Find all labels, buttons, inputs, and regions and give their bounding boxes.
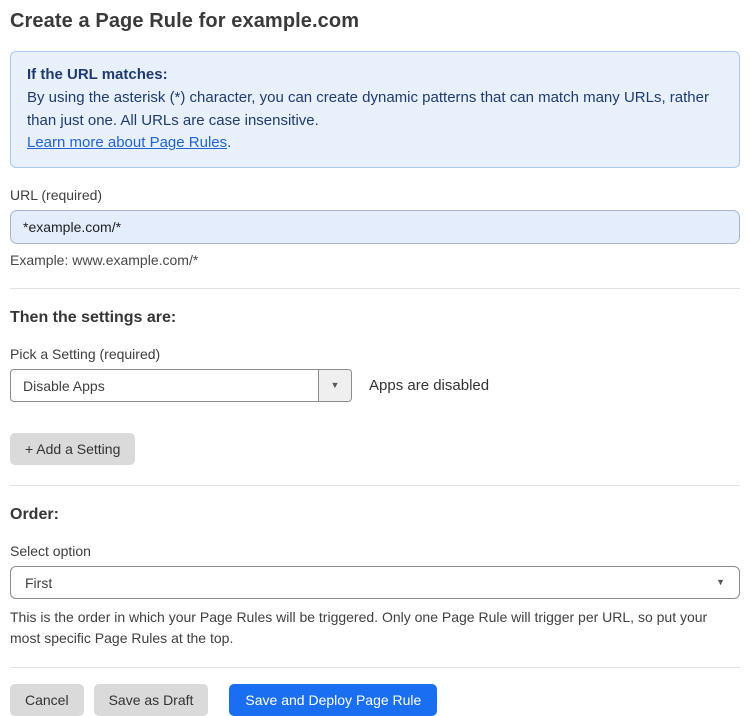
url-field-label: URL (required) [10, 187, 103, 204]
add-setting-button[interactable]: + Add a Setting [10, 433, 136, 466]
info-box-link-line: Learn more about Page Rules. [27, 132, 723, 155]
order-select-label: Select option [10, 543, 91, 560]
page-title: Create a Page Rule for example.com [10, 10, 360, 32]
order-select[interactable]: First ▼ [10, 566, 740, 600]
pick-setting-selected-value: Disable Apps [23, 377, 105, 394]
info-box-heading: If the URL matches: [27, 66, 168, 83]
setting-status-text: Apps are disabled [369, 377, 490, 395]
url-match-info-box: If the URL matches: By using the asteris… [10, 51, 740, 169]
divider [10, 667, 740, 669]
chevron-down-icon: ▼ [330, 380, 340, 391]
pick-setting-label: Pick a Setting (required) [10, 346, 161, 363]
link-period: . [227, 134, 232, 152]
url-example-helper: Example: www.example.com/* [10, 252, 199, 269]
pick-setting-arrow-button[interactable]: ▼ [318, 370, 351, 402]
learn-more-link[interactable]: Learn more about Page Rules [27, 134, 227, 151]
pick-setting-select[interactable]: Disable Apps ▼ [10, 369, 352, 403]
divider [10, 288, 740, 290]
settings-section-heading: Then the settings are: [10, 309, 177, 327]
order-section-heading: Order: [10, 506, 59, 524]
divider [10, 485, 740, 487]
order-selected-value: First [25, 574, 53, 591]
chevron-down-icon: ▼ [716, 577, 725, 588]
url-input[interactable] [10, 210, 740, 245]
setting-row: Disable Apps ▼ Apps are disabled [10, 369, 740, 403]
order-helper-text: This is the order in which your Page Rul… [10, 609, 708, 647]
info-box-body: By using the asterisk (*) character, you… [27, 88, 709, 129]
